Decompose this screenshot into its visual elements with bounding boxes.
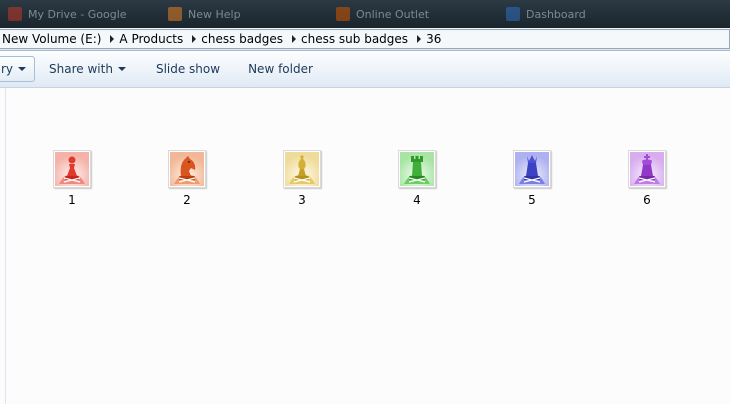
share-with-label: Share with: [49, 62, 113, 76]
chevron-down-icon: [117, 67, 126, 71]
file-view[interactable]: 1 2 3 4 5 6: [0, 88, 730, 404]
taskbar-item-3[interactable]: Online Outlet: [336, 4, 429, 24]
file-name: 6: [643, 193, 651, 207]
breadcrumb-arrow-icon[interactable]: [417, 35, 422, 43]
knight-badge-icon: [168, 150, 206, 188]
taskbar-item-label: My Drive - Google: [28, 7, 127, 21]
rook-badge-icon: [398, 150, 436, 188]
pawn-badge-icon: [53, 150, 91, 188]
file-item-1[interactable]: 1: [37, 150, 107, 207]
command-bar: ry Share with Slide show New folder: [0, 51, 730, 88]
chevron-down-icon: [18, 67, 27, 71]
new-folder-button[interactable]: New folder: [240, 57, 321, 81]
file-name: 4: [413, 193, 421, 207]
file-item-3[interactable]: 3: [267, 150, 337, 207]
browser-tab-icon: [336, 7, 350, 21]
breadcrumb-arrow-icon[interactable]: [110, 35, 115, 43]
file-name: 5: [528, 193, 536, 207]
file-name: 1: [68, 193, 76, 207]
organize-button[interactable]: ry: [0, 56, 36, 82]
file-name: 3: [298, 193, 306, 207]
slide-show-label: Slide show: [155, 62, 221, 76]
breadcrumb[interactable]: New Volume (E:) A Products chess badges …: [0, 29, 730, 49]
bishop-badge-icon: [283, 150, 321, 188]
browser-tab-icon: [506, 7, 520, 21]
taskbar: My Drive - Google New Help Online Outlet…: [0, 0, 730, 28]
breadcrumb-item-36[interactable]: 36: [424, 32, 447, 46]
taskbar-item-1[interactable]: My Drive - Google: [8, 4, 127, 24]
breadcrumb-item-chess-sub-badges[interactable]: chess sub badges: [299, 32, 414, 46]
share-with-button[interactable]: Share with: [41, 57, 134, 81]
file-item-5[interactable]: 5: [497, 150, 567, 207]
browser-tab-icon: [8, 7, 22, 21]
organize-button-label: ry: [1, 62, 14, 76]
file-item-6[interactable]: 6: [612, 150, 682, 207]
queen-badge-icon: [513, 150, 551, 188]
file-item-2[interactable]: 2: [152, 150, 222, 207]
breadcrumb-item-chess-badges[interactable]: chess badges: [199, 32, 289, 46]
file-item-4[interactable]: 4: [382, 150, 452, 207]
navigation-pane-divider[interactable]: [5, 88, 6, 404]
breadcrumb-arrow-icon[interactable]: [192, 35, 197, 43]
king-badge-icon: [628, 150, 666, 188]
breadcrumb-arrow-icon[interactable]: [292, 35, 297, 43]
breadcrumb-item-a-products[interactable]: A Products: [117, 32, 189, 46]
taskbar-item-label: Online Outlet: [356, 7, 430, 21]
browser-tab-icon: [168, 7, 182, 21]
taskbar-item-4[interactable]: Dashboard: [506, 4, 586, 24]
file-name: 2: [183, 193, 191, 207]
address-bar: New Volume (E:) A Products chess badges …: [0, 28, 730, 51]
taskbar-item-label: New Help: [188, 7, 241, 21]
taskbar-item-label: Dashboard: [526, 7, 586, 21]
slide-show-button[interactable]: Slide show: [148, 57, 228, 81]
new-folder-label: New folder: [248, 62, 313, 76]
taskbar-item-2[interactable]: New Help: [168, 4, 241, 24]
breadcrumb-item-drive[interactable]: New Volume (E:): [0, 32, 107, 46]
